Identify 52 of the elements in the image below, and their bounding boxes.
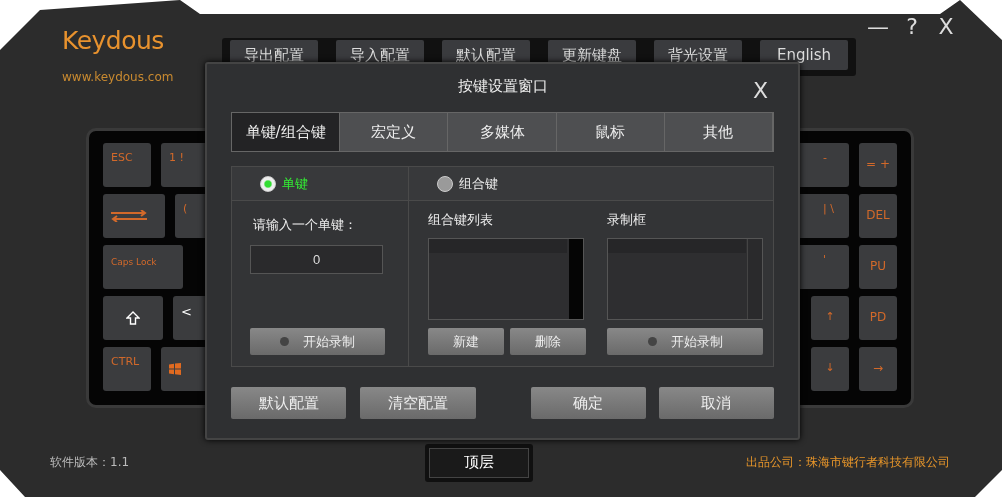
key[interactable]: PD: [859, 296, 897, 340]
tab-icon: [111, 210, 147, 222]
dialog-button[interactable]: 默认配置: [231, 387, 347, 419]
key[interactable]: Caps Lock: [103, 245, 183, 289]
key[interactable]: CTRL: [103, 347, 151, 391]
key[interactable]: →: [859, 347, 897, 391]
key[interactable]: ↑: [811, 296, 849, 340]
window-control[interactable]: X: [932, 12, 960, 40]
new-button[interactable]: 新建: [428, 328, 504, 355]
record-box[interactable]: [607, 238, 763, 320]
topmost-button[interactable]: 顶层: [425, 443, 533, 482]
radio-label[interactable]: 单键: [282, 174, 308, 193]
website-link[interactable]: www.keydous.com: [62, 70, 174, 84]
dialog-button[interactable]: 确定: [530, 387, 646, 419]
up-arrow-icon: [126, 311, 140, 325]
key[interactable]: ↓: [811, 347, 849, 391]
scrollbar[interactable]: [747, 239, 762, 319]
list-label: 组合键列表: [428, 211, 493, 229]
window-control[interactable]: ?: [898, 12, 926, 40]
combo-list-box[interactable]: [428, 238, 584, 320]
prompt-text: 请输入一个单键：: [253, 216, 357, 234]
radio-button[interactable]: [260, 175, 276, 192]
record-box-label: 录制框: [607, 211, 646, 229]
record-button[interactable]: 开始录制: [250, 328, 385, 355]
key[interactable]: [103, 194, 165, 238]
key[interactable]: = +: [859, 143, 897, 187]
record-dot-icon: [647, 337, 657, 346]
logo: Keydous: [62, 26, 164, 56]
tab[interactable]: 其他: [664, 113, 773, 151]
radio-label[interactable]: 组合键: [459, 174, 498, 193]
dialog-button[interactable]: 取消: [658, 387, 774, 419]
window-control[interactable]: —: [864, 12, 892, 40]
key[interactable]: ESC: [103, 143, 151, 187]
dialog-title: 按键设置窗口: [457, 76, 548, 96]
tab[interactable]: 多媒体: [448, 113, 557, 151]
close-button[interactable]: X: [752, 78, 768, 103]
tab[interactable]: 单键/组合键: [232, 113, 341, 151]
radio-button[interactable]: [437, 175, 453, 192]
delete-button[interactable]: 删除: [510, 328, 586, 355]
key[interactable]: DEL: [859, 194, 897, 238]
key[interactable]: PU: [859, 245, 897, 289]
dialog-button[interactable]: 清空配置: [360, 387, 476, 419]
company-text: 出品公司：珠海市键行者科技有限公司: [746, 454, 950, 471]
record-dot-icon: [280, 337, 289, 346]
tab[interactable]: 鼠标: [556, 113, 665, 151]
windows-icon: [169, 363, 181, 375]
version-text: 软件版本：1.1: [50, 454, 131, 471]
tab[interactable]: 宏定义: [340, 113, 449, 151]
key[interactable]: [103, 296, 163, 340]
scrollbar[interactable]: [569, 239, 583, 319]
key-input-field[interactable]: 0: [250, 245, 383, 274]
record-button[interactable]: 开始录制: [607, 328, 763, 355]
